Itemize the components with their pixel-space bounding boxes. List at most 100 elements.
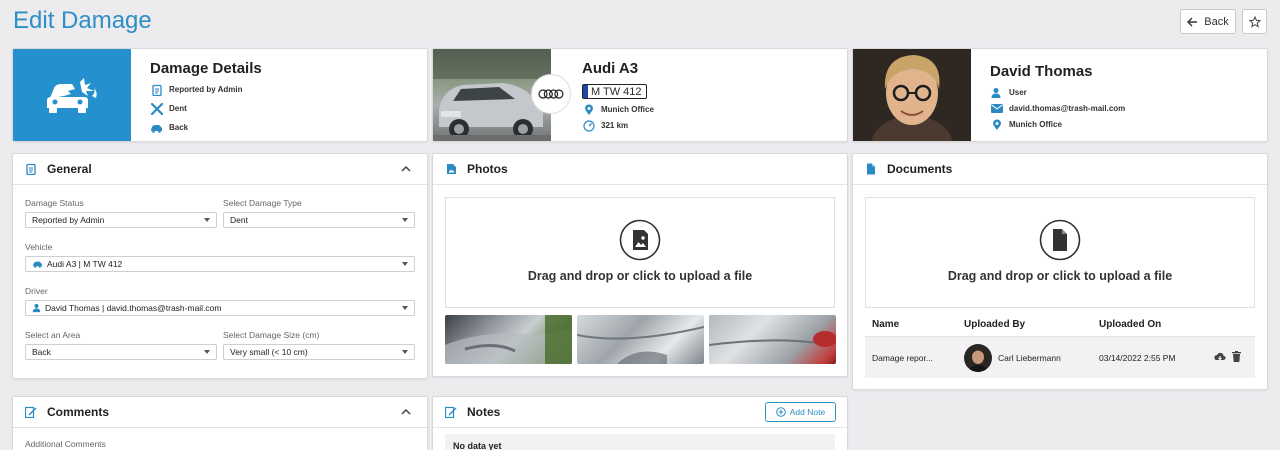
caret-down-icon	[402, 262, 408, 266]
vehicle-mileage-text: 321 km	[601, 121, 629, 130]
general-panel-header[interactable]: General	[13, 154, 427, 185]
vehicle-name: Audi A3	[582, 60, 639, 77]
damage-size-label: Select Damage Size (cm)	[223, 330, 320, 340]
damage-summary-card: Damage Details Reported by Admin Dent Ba…	[12, 48, 428, 142]
vehicle-mileage-row: 321 km	[582, 119, 628, 132]
damage-title: Damage Details	[150, 60, 262, 77]
documents-title: Documents	[887, 162, 953, 176]
damage-photo-3[interactable]	[709, 315, 836, 364]
comments-panel: Comments Additional Comments	[12, 396, 428, 450]
driver-location-row: Munich Office	[990, 118, 1062, 131]
damage-area-text: Back	[169, 123, 189, 132]
area-select[interactable]: Back	[25, 344, 217, 360]
damage-status-row: Reported by Admin	[150, 83, 242, 96]
damage-photo-2[interactable]	[577, 315, 704, 364]
doc-name[interactable]: Damage repor...	[872, 353, 933, 363]
comments-title: Comments	[47, 405, 110, 419]
damage-type-value: Dent	[230, 215, 248, 225]
driver-value: David Thomas | david.thomas@trash-mail.c…	[45, 303, 222, 313]
page-title: Edit Damage	[13, 7, 152, 34]
photos-dropzone[interactable]: Drag and drop or click to upload a file	[445, 197, 835, 308]
damage-size-value: Very small (< 10 cm)	[230, 347, 308, 357]
comments-panel-header[interactable]: Comments	[13, 397, 427, 428]
driver-role-text: User	[1009, 88, 1027, 97]
damage-status-select[interactable]: Reported by Admin	[25, 212, 217, 228]
favorite-button[interactable]	[1242, 9, 1267, 34]
caret-down-icon	[402, 350, 408, 354]
add-note-label: Add Note	[789, 407, 826, 417]
vehicle-select[interactable]: Audi A3 | M TW 412	[25, 256, 415, 272]
table-row[interactable]: Damage repor... Carl Liebermann 03/14/20…	[865, 336, 1255, 378]
chevron-up-icon[interactable]	[401, 408, 411, 415]
notes-title: Notes	[467, 405, 501, 419]
speedometer-icon	[582, 119, 595, 132]
trash-icon[interactable]	[1232, 351, 1241, 362]
envelope-icon	[990, 102, 1003, 115]
damage-type-select[interactable]: Dent	[223, 212, 415, 228]
vehicle-location-text: Munich Office	[601, 105, 654, 114]
license-plate-text: M TW 412	[591, 85, 642, 98]
damage-type-label: Select Damage Type	[223, 198, 302, 208]
driver-summary-card[interactable]: David Thomas User david.thomas@trash-mai…	[852, 48, 1268, 142]
user-icon	[990, 86, 1003, 99]
back-label: Back	[1204, 15, 1229, 28]
driver-location-text: Munich Office	[1009, 120, 1062, 129]
documents-panel-header: Documents	[853, 154, 1267, 185]
photos-panel-header: Photos	[433, 154, 847, 185]
plus-circle-icon	[775, 407, 786, 417]
pencil-note-icon	[445, 406, 457, 418]
clipboard-icon	[25, 163, 37, 175]
audi-rings-icon	[531, 74, 571, 114]
tools-icon	[150, 102, 163, 115]
notes-empty-row: No data yet	[445, 434, 835, 450]
doc-uploaded-on: 03/14/2022 2:55 PM	[1099, 353, 1176, 363]
driver-role-row: User	[990, 86, 1027, 99]
vehicle-value: Audi A3 | M TW 412	[47, 259, 123, 269]
area-label: Select an Area	[25, 330, 81, 340]
chevron-up-icon[interactable]	[401, 165, 411, 172]
image-upload-icon	[619, 219, 661, 261]
car-side-icon	[150, 121, 163, 134]
column-header-uploaded-by[interactable]: Uploaded By	[964, 319, 1025, 330]
driver-email-text: david.thomas@trash-mail.com	[1009, 104, 1126, 113]
damage-type-row: Dent	[150, 102, 187, 115]
caret-down-icon	[402, 306, 408, 310]
documents-dropzone[interactable]: Drag and drop or click to upload a file	[865, 197, 1255, 308]
driver-name: David Thomas	[990, 63, 1093, 80]
damage-size-select[interactable]: Very small (< 10 cm)	[223, 344, 415, 360]
notes-empty-text: No data yet	[453, 441, 502, 450]
damage-status-text: Reported by Admin	[169, 85, 243, 94]
area-value: Back	[32, 347, 51, 357]
arrow-left-icon	[1187, 17, 1198, 27]
documents-panel: Documents Drag and drop or click to uplo…	[852, 153, 1268, 390]
cloud-download-icon[interactable]	[1214, 352, 1226, 362]
general-panel: General Damage Status Reported by Admin …	[12, 153, 428, 379]
documents-drop-text: Drag and drop or click to upload a file	[947, 269, 1173, 283]
license-plate: M TW 412	[582, 84, 647, 99]
damage-status-value: Reported by Admin	[32, 215, 105, 225]
document-icon	[865, 163, 877, 175]
vehicle-summary-card[interactable]: Audi A3 M TW 412 Munich Office 321 km	[432, 48, 848, 142]
driver-select[interactable]: David Thomas | david.thomas@trash-mail.c…	[25, 300, 415, 316]
add-note-button[interactable]: Add Note	[765, 402, 836, 422]
caret-down-icon	[204, 218, 210, 222]
user-icon	[32, 303, 41, 313]
caret-down-icon	[402, 218, 408, 222]
photos-panel: Photos Drag and drop or click to upload …	[432, 153, 848, 377]
photos-drop-text: Drag and drop or click to upload a file	[527, 269, 753, 283]
notes-panel: Notes Add Note No data yet	[432, 396, 848, 450]
car-damage-icon	[13, 49, 131, 141]
additional-comments-label: Additional Comments	[25, 439, 106, 449]
clipboard-icon	[150, 83, 163, 96]
general-title: General	[47, 162, 92, 176]
file-upload-icon	[1039, 219, 1081, 261]
column-header-name[interactable]: Name	[872, 319, 899, 330]
damage-photo-1[interactable]	[445, 315, 572, 364]
vehicle-label: Vehicle	[25, 242, 53, 252]
column-header-uploaded-on[interactable]: Uploaded On	[1099, 319, 1161, 330]
damage-status-label: Damage Status	[25, 198, 84, 208]
photos-title: Photos	[467, 162, 508, 176]
eu-flag-icon	[583, 85, 588, 98]
back-button[interactable]: Back	[1180, 9, 1236, 34]
vehicle-location-row: Munich Office	[582, 103, 654, 116]
